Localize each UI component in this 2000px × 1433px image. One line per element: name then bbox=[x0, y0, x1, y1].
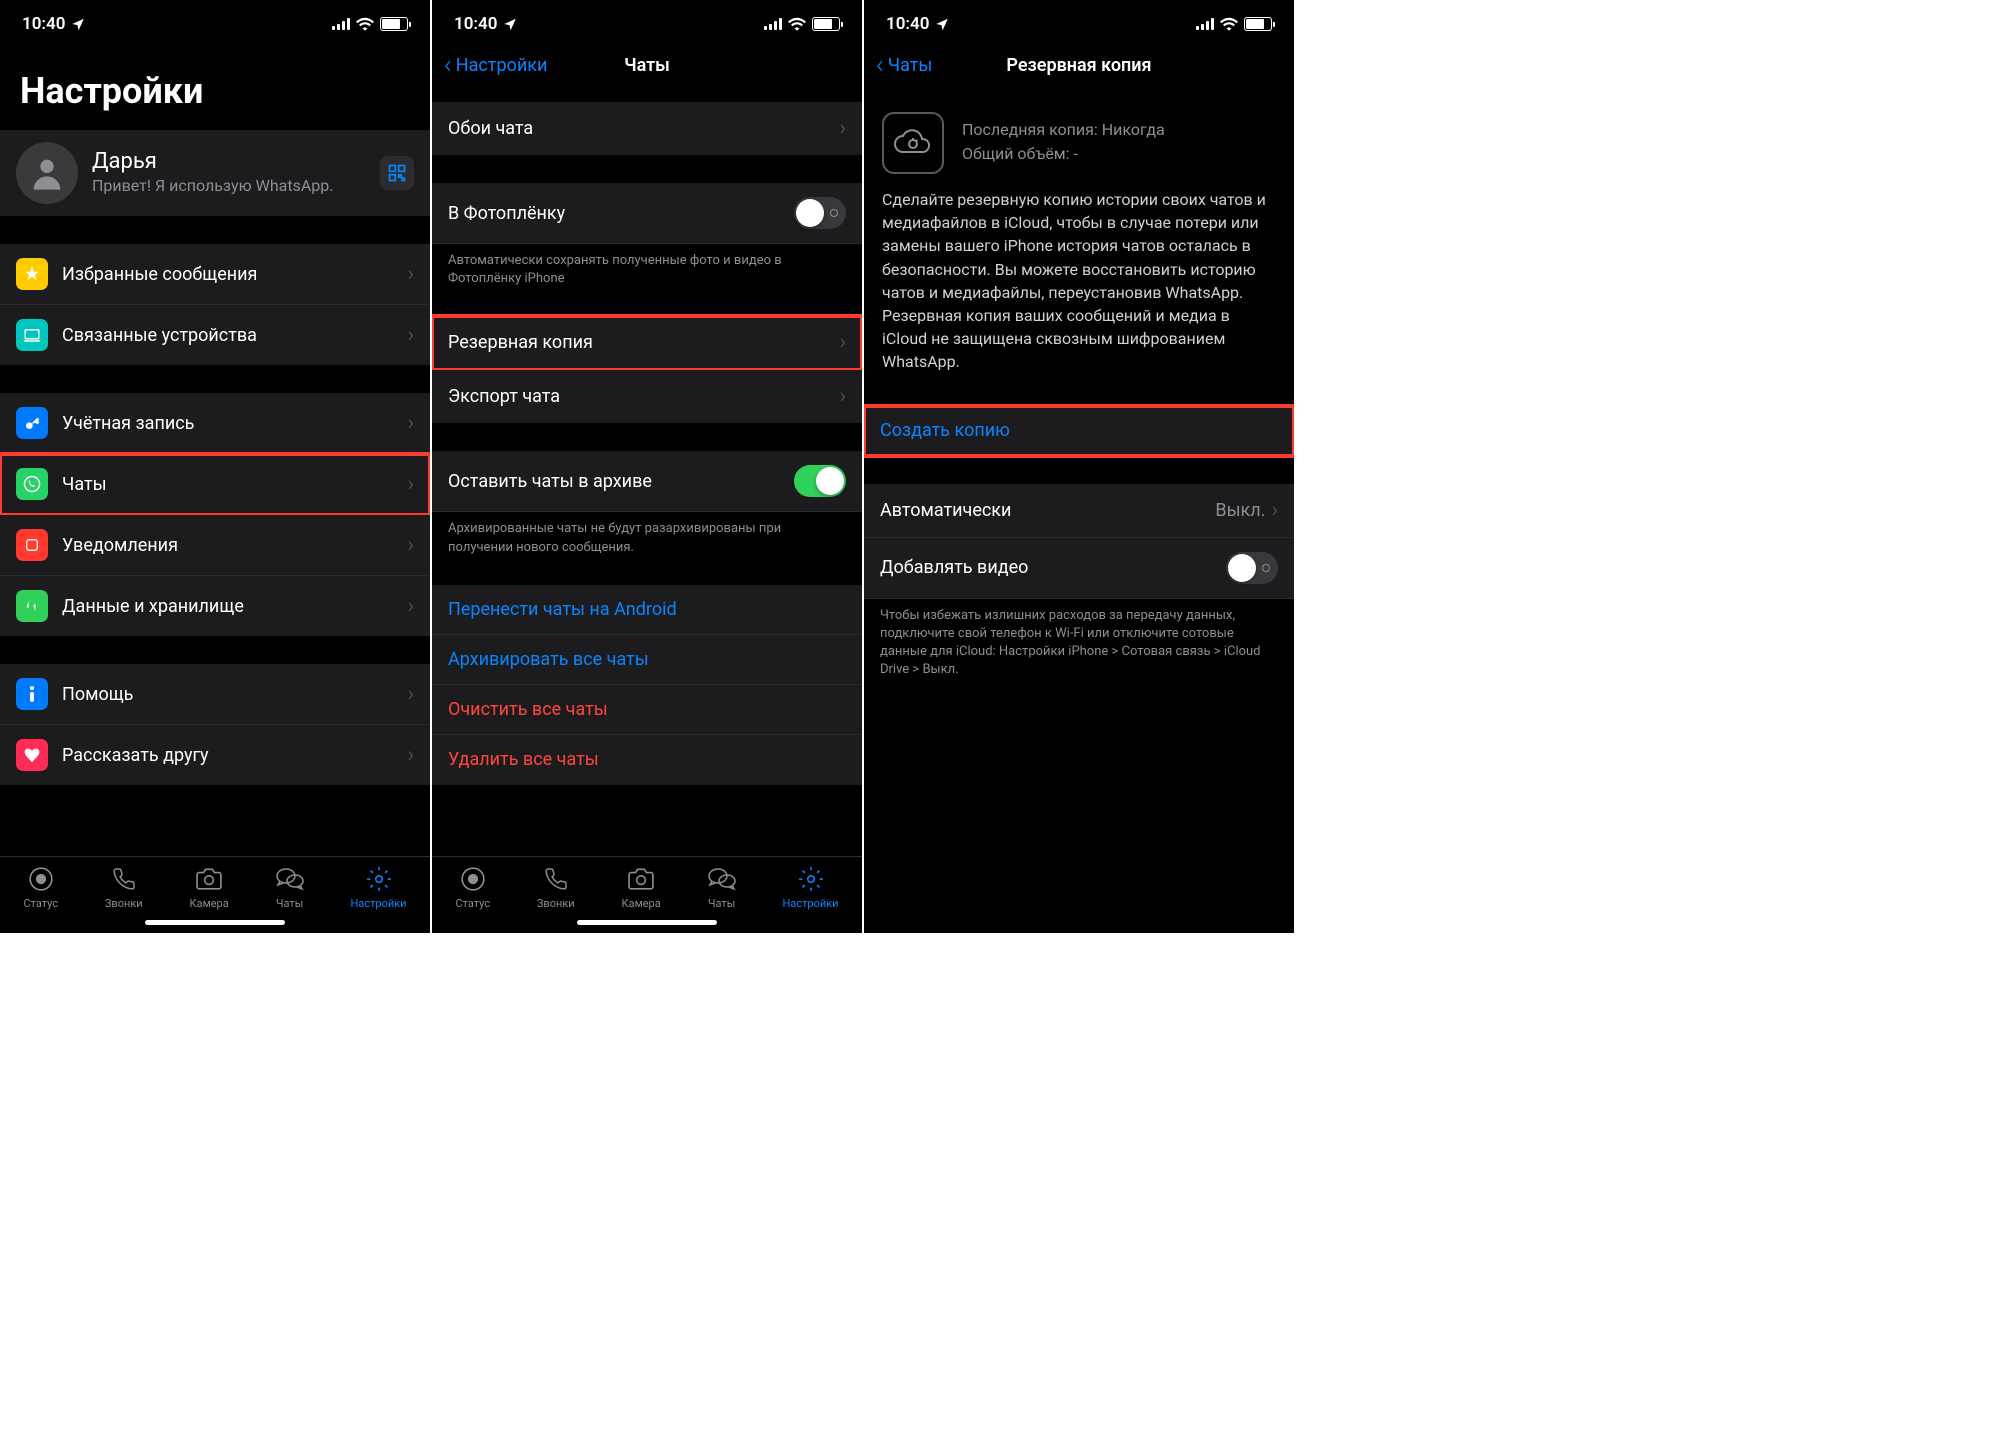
tab-bar: Статус Звонки Камера Чаты Настройки bbox=[432, 856, 862, 914]
backup-header: Последняя копия: Никогда Общий объём: - bbox=[864, 88, 1294, 188]
row-wallpaper[interactable]: Обои чата› bbox=[432, 102, 862, 155]
chevron-right-icon: › bbox=[407, 411, 414, 436]
status-time: 10:40 bbox=[454, 14, 497, 34]
row-chats[interactable]: Чаты› bbox=[0, 454, 430, 515]
wifi-icon bbox=[356, 17, 374, 31]
row-create-backup[interactable]: Создать копию bbox=[864, 406, 1294, 456]
cloud-icon bbox=[882, 112, 944, 174]
status-bar: 10:40 bbox=[432, 0, 862, 42]
chevron-right-icon: › bbox=[839, 384, 846, 409]
chevron-right-icon: › bbox=[407, 682, 414, 707]
chevron-right-icon: › bbox=[407, 743, 414, 768]
back-button[interactable]: ‹Настройки bbox=[444, 52, 547, 78]
chevron-right-icon: › bbox=[407, 262, 414, 287]
location-icon bbox=[503, 17, 517, 31]
row-linked-devices[interactable]: Связанные устройства› bbox=[0, 305, 430, 365]
profile-name: Дарья bbox=[92, 149, 366, 174]
nav-bar: ‹Настройки Чаты bbox=[432, 42, 862, 88]
auto-value: Выкл. bbox=[1215, 500, 1265, 521]
star-icon bbox=[16, 258, 48, 290]
tab-calls[interactable]: Звонки bbox=[105, 865, 143, 910]
profile-row[interactable]: Дарья Привет! Я использую WhatsApp. bbox=[0, 130, 430, 216]
back-button[interactable]: ‹Чаты bbox=[876, 52, 932, 78]
battery-icon bbox=[380, 17, 408, 31]
row-delete-all[interactable]: Удалить все чаты bbox=[432, 735, 862, 785]
chevron-right-icon: › bbox=[839, 330, 846, 355]
row-clear-all[interactable]: Очистить все чаты bbox=[432, 685, 862, 735]
whatsapp-icon bbox=[16, 468, 48, 500]
tab-status[interactable]: Статус bbox=[23, 865, 58, 910]
key-icon bbox=[16, 407, 48, 439]
laptop-icon bbox=[16, 319, 48, 351]
keep-archived-footer: Архивированные чаты не будут разархивиро… bbox=[432, 512, 862, 556]
row-camera-roll[interactable]: В Фотоплёнку bbox=[432, 183, 862, 244]
tab-chats[interactable]: Чаты bbox=[708, 865, 736, 910]
battery-icon bbox=[1244, 17, 1272, 31]
chevron-right-icon: › bbox=[1271, 498, 1278, 523]
tab-status[interactable]: Статус bbox=[455, 865, 490, 910]
row-backup[interactable]: Резервная копия› bbox=[432, 316, 862, 370]
nav-bar: ‹Чаты Резервная копия bbox=[864, 42, 1294, 88]
total-size-label: Общий объём: - bbox=[962, 142, 1165, 166]
chevron-right-icon: › bbox=[407, 533, 414, 558]
home-indicator bbox=[577, 920, 717, 925]
tab-settings[interactable]: Настройки bbox=[783, 865, 839, 910]
status-time: 10:40 bbox=[886, 14, 929, 34]
video-toggle[interactable] bbox=[1226, 552, 1278, 584]
row-help[interactable]: Помощь› bbox=[0, 664, 430, 725]
row-transfer-android[interactable]: Перенести чаты на Android bbox=[432, 585, 862, 635]
row-tell-friend[interactable]: Рассказать другу› bbox=[0, 725, 430, 785]
bell-icon bbox=[16, 529, 48, 561]
battery-icon bbox=[812, 17, 840, 31]
last-backup-label: Последняя копия: Никогда bbox=[962, 118, 1165, 142]
data-icon bbox=[16, 590, 48, 622]
row-account[interactable]: Учётная запись› bbox=[0, 393, 430, 454]
row-starred[interactable]: Избранные сообщения› bbox=[0, 244, 430, 305]
page-title: Настройки bbox=[0, 42, 430, 130]
status-time: 10:40 bbox=[22, 14, 65, 34]
backup-description: Сделайте резервную копию истории своих ч… bbox=[864, 188, 1294, 396]
chevron-right-icon: › bbox=[839, 116, 846, 141]
chevron-right-icon: › bbox=[407, 472, 414, 497]
camera-roll-toggle[interactable] bbox=[794, 197, 846, 229]
row-keep-archived[interactable]: Оставить чаты в архиве bbox=[432, 451, 862, 512]
heart-icon bbox=[16, 739, 48, 771]
wifi-icon bbox=[1220, 17, 1238, 31]
row-notifications[interactable]: Уведомления› bbox=[0, 515, 430, 576]
signal-icon bbox=[1196, 18, 1214, 30]
tab-camera[interactable]: Камера bbox=[622, 865, 661, 910]
row-auto-backup[interactable]: АвтоматическиВыкл.› bbox=[864, 484, 1294, 538]
profile-status: Привет! Я использую WhatsApp. bbox=[92, 176, 366, 197]
row-include-video[interactable]: Добавлять видео bbox=[864, 538, 1294, 599]
tab-camera[interactable]: Камера bbox=[190, 865, 229, 910]
camera-roll-footer: Автоматически сохранять полученные фото … bbox=[432, 244, 862, 288]
tab-chats[interactable]: Чаты bbox=[276, 865, 304, 910]
row-storage[interactable]: Данные и хранилище› bbox=[0, 576, 430, 636]
row-export[interactable]: Экспорт чата› bbox=[432, 370, 862, 423]
chevron-right-icon: › bbox=[407, 323, 414, 348]
location-icon bbox=[935, 17, 949, 31]
video-footer: Чтобы избежать излишних расходов за пере… bbox=[864, 599, 1294, 680]
chevron-left-icon: ‹ bbox=[444, 52, 452, 78]
tab-settings[interactable]: Настройки bbox=[351, 865, 407, 910]
keep-archived-toggle[interactable] bbox=[794, 465, 846, 497]
signal-icon bbox=[332, 18, 350, 30]
wifi-icon bbox=[788, 17, 806, 31]
tab-bar: Статус Звонки Камера Чаты Настройки bbox=[0, 856, 430, 914]
home-indicator bbox=[145, 920, 285, 925]
tab-calls[interactable]: Звонки bbox=[537, 865, 575, 910]
row-archive-all[interactable]: Архивировать все чаты bbox=[432, 635, 862, 685]
status-bar: 10:40 bbox=[864, 0, 1294, 42]
signal-icon bbox=[764, 18, 782, 30]
status-bar: 10:40 bbox=[0, 0, 430, 42]
qr-button[interactable] bbox=[380, 156, 414, 190]
avatar bbox=[16, 142, 78, 204]
chevron-left-icon: ‹ bbox=[876, 52, 884, 78]
location-icon bbox=[71, 17, 85, 31]
chevron-right-icon: › bbox=[407, 594, 414, 619]
info-icon bbox=[16, 678, 48, 710]
